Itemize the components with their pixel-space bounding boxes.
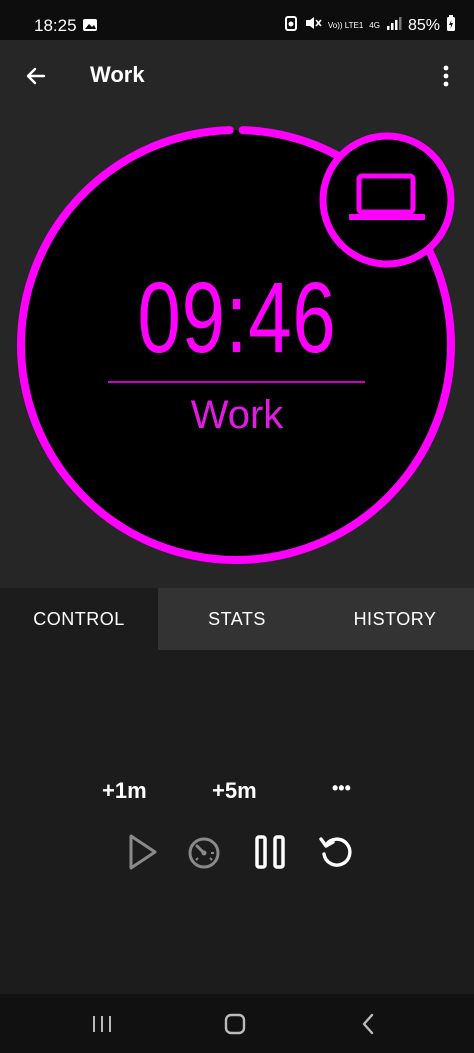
system-back-button[interactable] [348,1008,388,1040]
home-icon [224,1013,246,1035]
tab-stats[interactable]: STATS [158,588,316,650]
tab-bar: CONTROL STATS HISTORY [0,588,474,650]
pause-button[interactable] [246,828,294,876]
battery-icon [446,14,456,37]
start-button[interactable] [117,828,165,876]
system-nav-bar [0,994,474,1053]
home-button[interactable] [215,1008,255,1040]
arrow-left-icon [26,67,46,85]
page-title: Work [90,62,145,87]
pause-icon [255,835,285,869]
mute-icon [304,15,322,36]
reset-button[interactable] [312,828,360,876]
control-panel: +1m +5m ••• [0,650,474,994]
tab-history[interactable]: HISTORY [316,588,474,650]
network-type: 4G [369,20,380,30]
more-vert-icon [443,65,449,87]
category-badge[interactable] [319,132,455,268]
stop-button[interactable] [180,828,228,876]
network-label: Vo)) LTE1 [327,20,364,30]
add-5m-button[interactable]: +5m [212,778,257,804]
timer-time: 09:46 [137,262,337,374]
status-time: 18:25 [34,16,77,35]
recent-apps-button[interactable] [82,1008,122,1040]
status-bar: 18:25 Vo)) LTE1 4G 85% [0,0,474,40]
app-bar: Work [0,40,474,108]
play-icon [129,834,157,870]
timer-display: 09:46 Work [0,108,474,588]
tab-control[interactable]: CONTROL [0,588,158,650]
sync-icon [284,15,298,36]
restart-icon [319,837,352,867]
stopwatch-icon [188,837,220,869]
signal-icon [386,16,402,35]
overflow-menu-button[interactable] [436,60,456,92]
chevron-left-icon [362,1013,374,1035]
add-1m-button[interactable]: +1m [102,778,147,804]
timer-label: Work [190,393,284,437]
back-button[interactable] [18,58,54,94]
gallery-notification-icon [82,18,98,37]
more-options-button[interactable]: ••• [332,778,351,799]
battery-percent: 85% [407,16,440,34]
recents-icon [93,1016,111,1032]
